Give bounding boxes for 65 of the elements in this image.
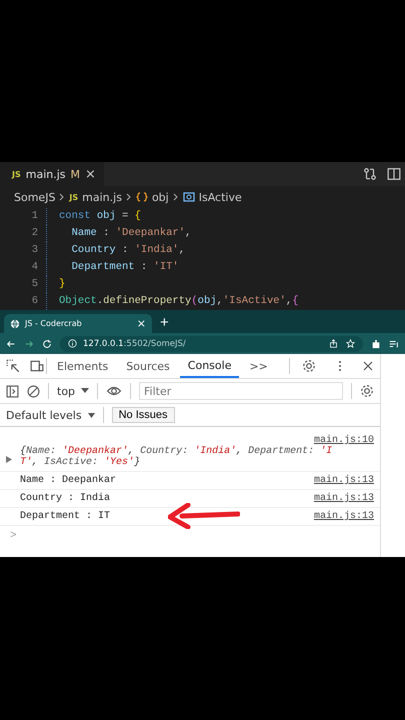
close-icon (362, 360, 374, 372)
caret-icon (81, 388, 90, 394)
source-link[interactable]: main.js:10 (314, 435, 374, 446)
more-tabs-button[interactable]: >> (241, 354, 276, 378)
star-icon (346, 339, 355, 348)
reading-list-icon (389, 338, 399, 348)
globe-icon (10, 318, 20, 328)
code-line: Department : 'IT' (70, 260, 179, 275)
line-number: 5 (0, 276, 47, 293)
clear-icon (27, 384, 40, 398)
settings-icon (360, 384, 374, 398)
js-file-icon: JS (69, 192, 78, 202)
line-number: 3 (0, 242, 47, 259)
breadcrumb-item[interactable]: IsActive (198, 190, 242, 204)
breadcrumb-item[interactable]: main.js (82, 190, 122, 204)
url-text: 127.0.0.1:5502/SomeJS/ (83, 338, 186, 348)
code-line: const obj = { (59, 209, 141, 224)
chevron-icon (59, 193, 66, 201)
devtools-tab[interactable]: Console (180, 354, 240, 378)
editor-tab[interactable]: JS main.js M × (0, 162, 104, 186)
device-icon (30, 359, 44, 373)
back-icon (6, 338, 16, 348)
console-message: Department : IT (20, 511, 112, 522)
settings-icon (302, 359, 316, 373)
code-line: Name : 'Deepankar', (70, 226, 192, 241)
devtools-tab[interactable]: Elements (49, 354, 116, 378)
sidebar-icon (6, 384, 19, 398)
source-link[interactable]: main.js:13 (314, 475, 374, 486)
address-bar[interactable]: 127.0.0.1:5502/SomeJS/ (60, 336, 363, 352)
code-line: } (59, 277, 66, 292)
forward-icon (24, 338, 34, 348)
line-number: 4 (0, 259, 47, 276)
field-icon (182, 191, 195, 203)
share-icon (329, 339, 338, 348)
code-line: Country : 'India', (70, 243, 186, 258)
breadcrumb-item[interactable]: SomeJS (14, 190, 56, 204)
line-number: 2 (0, 225, 47, 242)
braces-icon (136, 191, 148, 203)
compare-icon (363, 167, 377, 181)
puzzle-icon (371, 338, 381, 348)
browser-tab[interactable]: JS - Codercrab × (4, 314, 152, 333)
console-message: Country : India (20, 493, 112, 504)
code-line: Object.defineProperty(obj,'IsActive',{ (59, 294, 299, 309)
context-dropdown[interactable]: top (57, 384, 90, 398)
inspect-icon (6, 359, 20, 373)
eye-icon (106, 384, 122, 398)
console-object: {Name: 'Deepankar', Country: 'India', Department: 'IT', IsActive: 'Yes'} (20, 446, 334, 468)
issues-button[interactable]: No Issues (112, 407, 174, 423)
devtools-tab[interactable]: Sources (118, 354, 178, 378)
filter-field[interactable]: Filter (139, 382, 343, 400)
caret-icon (88, 412, 95, 418)
chevron-icon (172, 193, 179, 201)
arrow-annotation (168, 503, 240, 529)
chevron-icon (126, 193, 132, 201)
breadcrumb-item[interactable]: obj (152, 190, 169, 204)
levels-dropdown[interactable]: Default levels (6, 408, 95, 422)
source-link[interactable]: main.js:13 (314, 493, 374, 504)
split-editor-icon (387, 167, 401, 181)
info-icon (68, 339, 77, 348)
console-message: Name : Deepankar (20, 475, 118, 486)
new-tab-button[interactable]: + (152, 314, 177, 333)
line-number: 1 (0, 208, 47, 225)
reload-icon (42, 338, 52, 348)
expand-icon[interactable] (6, 456, 12, 463)
source-link[interactable]: main.js:13 (314, 511, 374, 522)
